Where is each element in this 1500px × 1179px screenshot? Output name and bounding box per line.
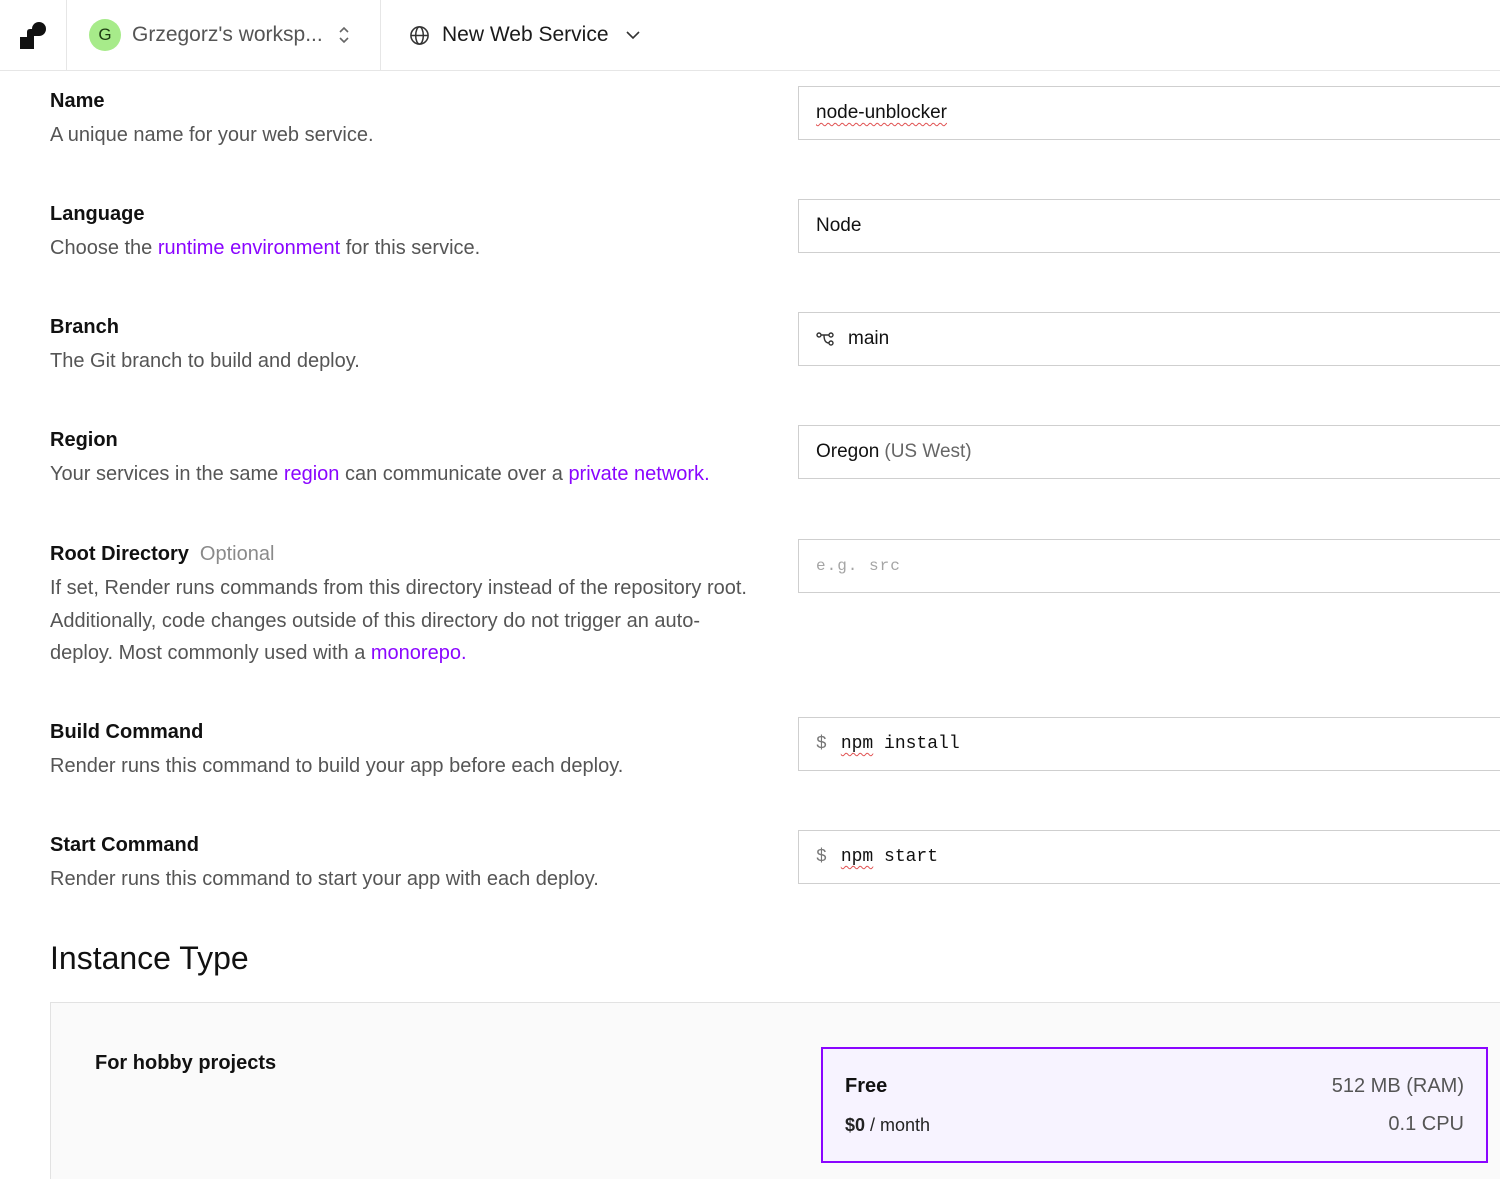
root-directory-title: Root Directory bbox=[50, 542, 189, 565]
optional-tag: Optional bbox=[199, 542, 275, 565]
chevron-down-icon bbox=[625, 29, 641, 41]
service-title: New Web Service bbox=[442, 23, 609, 46]
region-desc-period: . bbox=[704, 463, 710, 485]
root-directory-placeholder: e.g. src bbox=[816, 557, 901, 575]
build-command-input[interactable]: $ npm install bbox=[798, 717, 1500, 771]
region-desc-middle: can communicate over a bbox=[339, 463, 569, 485]
workspace-switcher[interactable]: G Grzegorz's worksp... bbox=[67, 0, 381, 70]
private-network-link[interactable]: private network bbox=[568, 463, 704, 485]
start-command-rest: start bbox=[873, 847, 939, 867]
name-description: A unique name for your web service. bbox=[50, 124, 374, 146]
hobby-group-label: For hobby projects bbox=[95, 1052, 277, 1074]
git-branch-icon bbox=[816, 331, 836, 347]
language-select[interactable]: Node bbox=[798, 199, 1500, 253]
globe-icon bbox=[409, 25, 430, 46]
start-command-row: Start Command Render runs this command t… bbox=[50, 830, 1500, 896]
language-description: Choose the runtime environment for this … bbox=[50, 232, 750, 265]
plan-cpu: 0.1 CPU bbox=[1388, 1113, 1464, 1135]
root-directory-input[interactable]: e.g. src bbox=[798, 539, 1500, 593]
plan-price: $0 / month bbox=[845, 1115, 930, 1136]
start-command-input[interactable]: $ npm start bbox=[798, 830, 1500, 884]
logo-cell[interactable] bbox=[0, 0, 67, 70]
region-value-sub: (US West) bbox=[884, 441, 972, 462]
root-directory-row: Root Directory Optional If set, Render ru… bbox=[50, 539, 1500, 670]
plan-price-amount: $0 bbox=[845, 1115, 866, 1135]
start-prompt: $ bbox=[816, 847, 827, 867]
root-directory-desc-period: . bbox=[460, 642, 467, 664]
top-bar: G Grzegorz's worksp... New Web Service bbox=[0, 0, 1500, 71]
plan-ram: 512 MB (RAM) bbox=[1331, 1075, 1464, 1097]
build-command-description: Render runs this command to build your a… bbox=[50, 755, 624, 777]
branch-description: The Git branch to build and deploy. bbox=[50, 350, 360, 372]
chevron-up-down-icon bbox=[337, 25, 351, 45]
root-directory-description: If set, Render runs commands from this d… bbox=[50, 572, 750, 670]
service-switcher[interactable]: New Web Service bbox=[381, 0, 641, 70]
region-link[interactable]: region bbox=[284, 463, 340, 485]
branch-row: Branch The Git branch to build and deplo… bbox=[50, 312, 1500, 378]
plan-name: Free bbox=[845, 1075, 888, 1097]
region-row: Region Your services in the same region … bbox=[50, 425, 1500, 491]
name-input[interactable]: node-unblocker bbox=[798, 86, 1500, 140]
avatar: G bbox=[89, 19, 121, 51]
name-value: node-unblocker bbox=[816, 102, 947, 123]
region-select[interactable]: Oregon (US West) bbox=[798, 425, 1500, 479]
language-value: Node bbox=[816, 215, 862, 236]
build-command-row: Build Command Render runs this command t… bbox=[50, 717, 1500, 783]
build-prompt: $ bbox=[816, 734, 827, 754]
start-command-description: Render runs this command to start your a… bbox=[50, 868, 599, 890]
branch-value: main bbox=[848, 328, 890, 349]
plan-card-free[interactable]: Free $0 / month 512 MB (RAM) 0.1 CPU bbox=[821, 1047, 1488, 1163]
instance-type-panel: For hobby projects Free $0 / month 512 M… bbox=[50, 1002, 1500, 1179]
workspace-name: Grzegorz's worksp... bbox=[132, 23, 323, 46]
region-value: Oregon bbox=[816, 441, 880, 462]
plan-price-period: / month bbox=[865, 1115, 931, 1135]
region-description: Your services in the same region can com… bbox=[50, 458, 770, 491]
render-logo-icon bbox=[20, 22, 46, 49]
region-desc-text: Your services in the same bbox=[50, 463, 284, 485]
language-desc-text: Choose the bbox=[50, 237, 158, 259]
build-command-rest: install bbox=[873, 734, 960, 754]
language-row: Language Choose the runtime environment … bbox=[50, 199, 1500, 265]
start-command-word: npm bbox=[840, 847, 874, 867]
language-desc-text-end: for this service. bbox=[340, 237, 481, 259]
name-row: Name A unique name for your web service.… bbox=[50, 86, 1500, 152]
runtime-environment-link[interactable]: runtime environment bbox=[158, 237, 340, 259]
branch-select[interactable]: main bbox=[798, 312, 1500, 366]
build-command-word: npm bbox=[840, 734, 874, 754]
monorepo-link[interactable]: monorepo bbox=[371, 642, 461, 664]
instance-type-heading: Instance Type bbox=[50, 940, 249, 976]
